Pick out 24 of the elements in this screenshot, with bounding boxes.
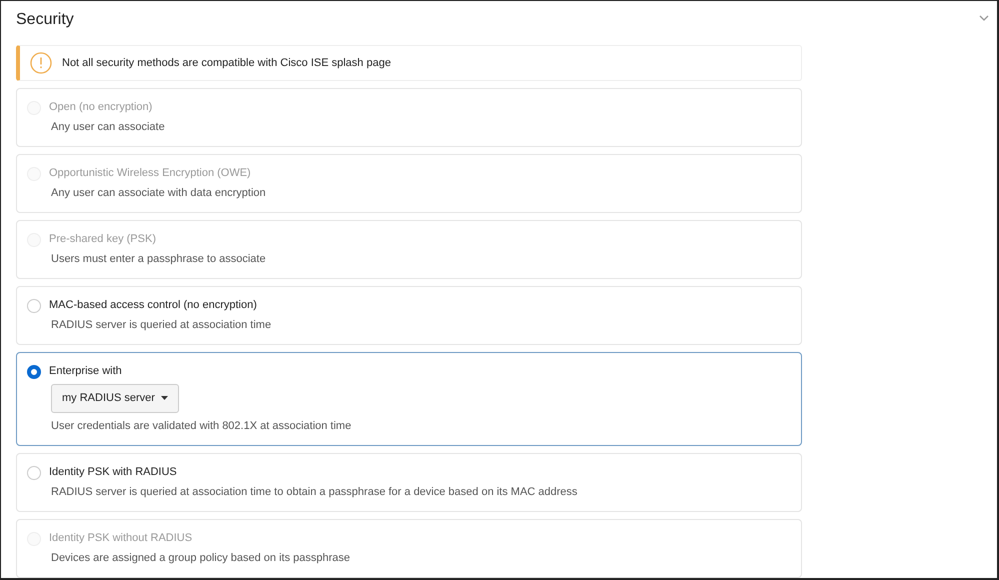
option-description: Devices are assigned a group policy based on its passphrase (51, 550, 350, 566)
option-label: Identity PSK without RADIUS (49, 530, 194, 546)
option-label: MAC-based access control (no encryption) (49, 298, 258, 313)
server-dropdown[interactable]: my RADIUS server (51, 384, 179, 412)
option-description: RADIUS server is queried at association time to obtain a passphrase for a device based on its MAC address (51, 484, 578, 500)
option-label: Opportunistic Wireless Encryption (OWE) (49, 166, 252, 181)
option-label: Open (no encryption) (49, 100, 154, 115)
option-description: RADIUS server is queried at association time (51, 318, 272, 333)
option-card[interactable]: Identity PSK with RADIUS RADIUS server is queried at association time to obtain a passphrase for a device based on its MAC address (16, 452, 802, 512)
warning-icon (30, 52, 52, 74)
option-label: Pre-shared key (PSK) (49, 232, 157, 247)
option-label: Enterprise with (49, 364, 123, 379)
section-title: Security (16, 10, 75, 30)
option-description: Any user can associate with data encryption (51, 186, 266, 201)
alert-text: Not all security methods are compatible with Cisco ISE splash page (62, 56, 391, 71)
option-label: Identity PSK with RADIUS (49, 464, 178, 480)
caret-icon (160, 396, 168, 400)
radio-button[interactable] (27, 365, 41, 379)
option-card[interactable]: MAC-based access control (no encryption) RADIUS server is queried at association time (16, 286, 802, 345)
option-description: User credentials are validated with 802.1X at association time (51, 418, 352, 434)
chevron-icon[interactable] (979, 15, 989, 22)
option-description: Users must enter a passphrase to associate (51, 252, 266, 267)
option-card[interactable]: Enterprise with my RADIUS server User credentials are validated with 802.1X at association time (16, 352, 802, 446)
option-description: Any user can associate (51, 120, 165, 135)
